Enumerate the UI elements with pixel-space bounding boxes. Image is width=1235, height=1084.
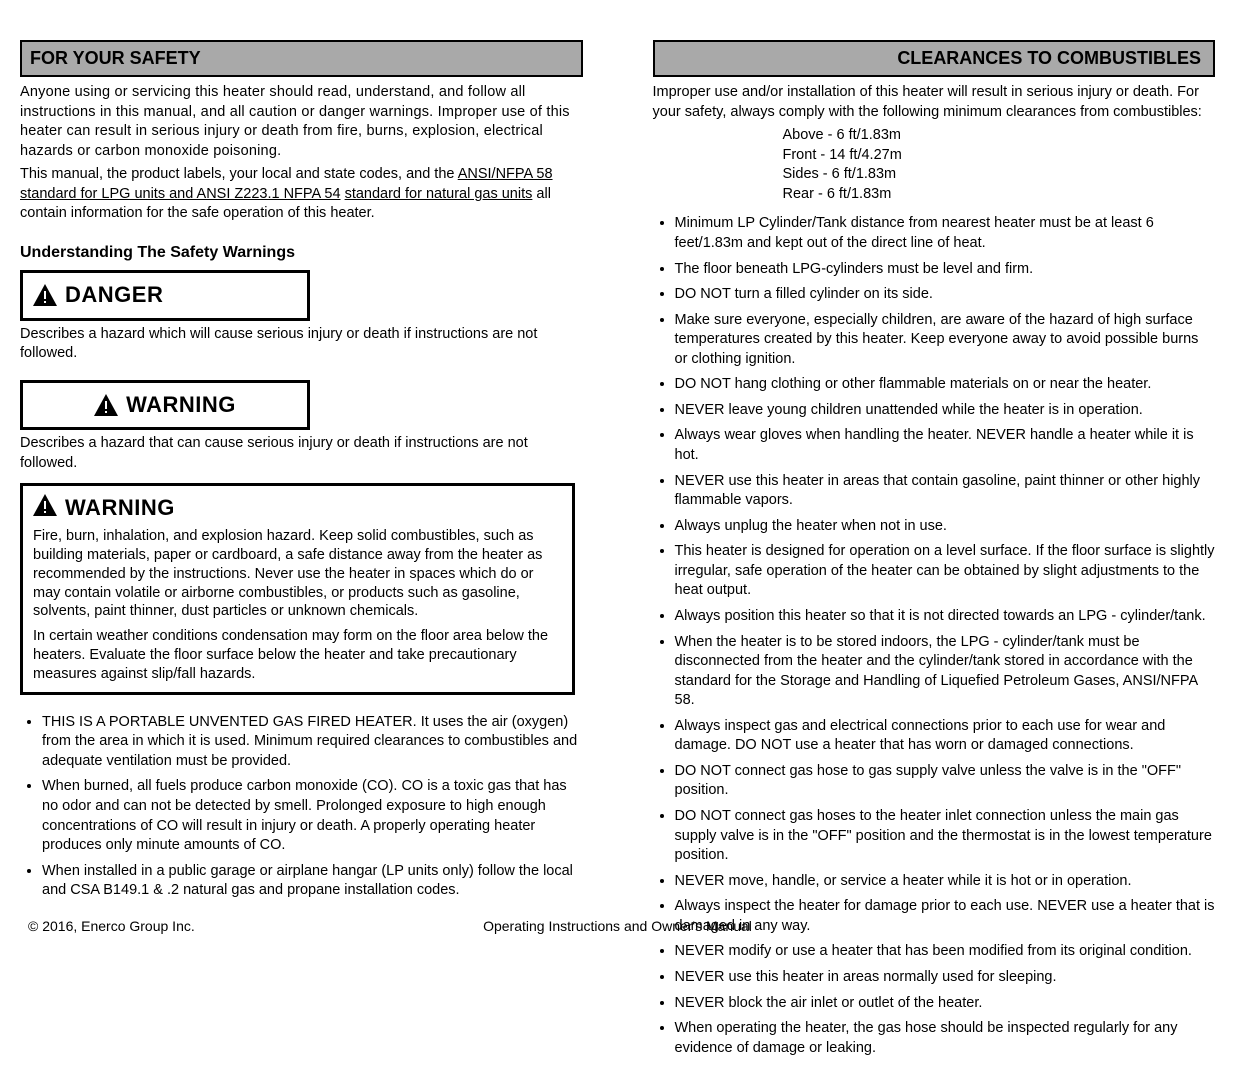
subheading: Understanding The Safety Warnings [20, 244, 583, 262]
warning-icon [33, 494, 57, 516]
danger-label: DANGER [65, 281, 163, 310]
list-item: The floor beneath LPG-cylinders must be … [675, 260, 1216, 280]
warning-icon [94, 394, 118, 416]
list-item: When burned, all fuels produce carbon mo… [42, 777, 583, 855]
list-item: Always wear gloves when handling the hea… [675, 426, 1216, 465]
list-item: NEVER move, handle, or service a heater … [675, 872, 1216, 892]
list-item: DO NOT connect gas hose to gas supply va… [675, 762, 1216, 801]
clearance-item: Rear - 6 ft/1.83m [783, 185, 1216, 205]
list-item: NEVER block the air inlet or outlet of t… [675, 994, 1216, 1014]
list-item: Always inspect gas and electrical connec… [675, 717, 1216, 756]
list-item: When the heater is to be stored indoors,… [675, 633, 1216, 711]
left-intro: Anyone using or servicing this heater sh… [20, 83, 583, 161]
left-header: FOR YOUR SAFETY [20, 40, 583, 77]
left-column: FOR YOUR SAFETY Anyone using or servicin… [20, 40, 583, 1064]
standard-link-2[interactable]: standard for natural gas units [345, 186, 533, 202]
right-intro: Improper use and/or installation of this… [653, 83, 1216, 122]
clearance-list: Above - 6 ft/1.83mFront - 14 ft/4.27mSid… [653, 126, 1216, 204]
warning-label-2: WARNING [65, 494, 175, 523]
warning-label-1: WARNING [126, 391, 236, 420]
warning-icon [33, 284, 57, 306]
list-item: Always position this heater so that it i… [675, 607, 1216, 627]
warning-2-p1: Fire, burn, inhalation, and explosion ha… [33, 527, 562, 621]
list-item: Make sure everyone, especially children,… [675, 311, 1216, 370]
left-bullets: THIS IS A PORTABLE UNVENTED GAS FIRED HE… [20, 713, 583, 901]
list-item: When installed in a public garage or air… [42, 862, 583, 901]
list-item: Always unplug the heater when not in use… [675, 517, 1216, 537]
standards-paragraph: This manual, the product labels, your lo… [20, 165, 583, 224]
clearance-item: Above - 6 ft/1.83m [783, 126, 1216, 146]
warning-desc-1: Describes a hazard that can cause seriou… [20, 434, 583, 473]
right-column: CLEARANCES TO COMBUSTIBLES Improper use … [653, 40, 1216, 1064]
footer-copyright: © 2016, Enerco Group Inc. [28, 918, 195, 934]
list-item: DO NOT hang clothing or other flammable … [675, 375, 1216, 395]
footer: © 2016, Enerco Group Inc. Operating Inst… [0, 918, 1235, 934]
list-item: When operating the heater, the gas hose … [675, 1019, 1216, 1058]
clearance-item: Sides - 6 ft/1.83m [783, 165, 1216, 185]
list-item: DO NOT connect gas hoses to the heater i… [675, 807, 1216, 866]
warning-2-p2: In certain weather conditions condensati… [33, 627, 562, 684]
list-item: THIS IS A PORTABLE UNVENTED GAS FIRED HE… [42, 713, 583, 772]
right-header: CLEARANCES TO COMBUSTIBLES [653, 40, 1216, 77]
list-item: NEVER use this heater in areas normally … [675, 968, 1216, 988]
clearance-item: Front - 14 ft/4.27m [783, 146, 1216, 166]
list-item: Minimum LP Cylinder/Tank distance from n… [675, 214, 1216, 253]
list-item: This heater is designed for operation on… [675, 542, 1216, 601]
list-item: NEVER modify or use a heater that has be… [675, 942, 1216, 962]
danger-box: DANGER [20, 270, 310, 321]
list-item: NEVER leave young children unattended wh… [675, 401, 1216, 421]
list-item: NEVER use this heater in areas that cont… [675, 472, 1216, 511]
warning-box-1: WARNING [20, 380, 310, 431]
list-item: DO NOT turn a filled cylinder on its sid… [675, 285, 1216, 305]
footer-title: Operating Instructions and Owner's Manua… [483, 918, 752, 934]
danger-desc: Describes a hazard which will cause seri… [20, 325, 583, 364]
warning-box-2: WARNING Fire, burn, inhalation, and expl… [20, 483, 575, 694]
